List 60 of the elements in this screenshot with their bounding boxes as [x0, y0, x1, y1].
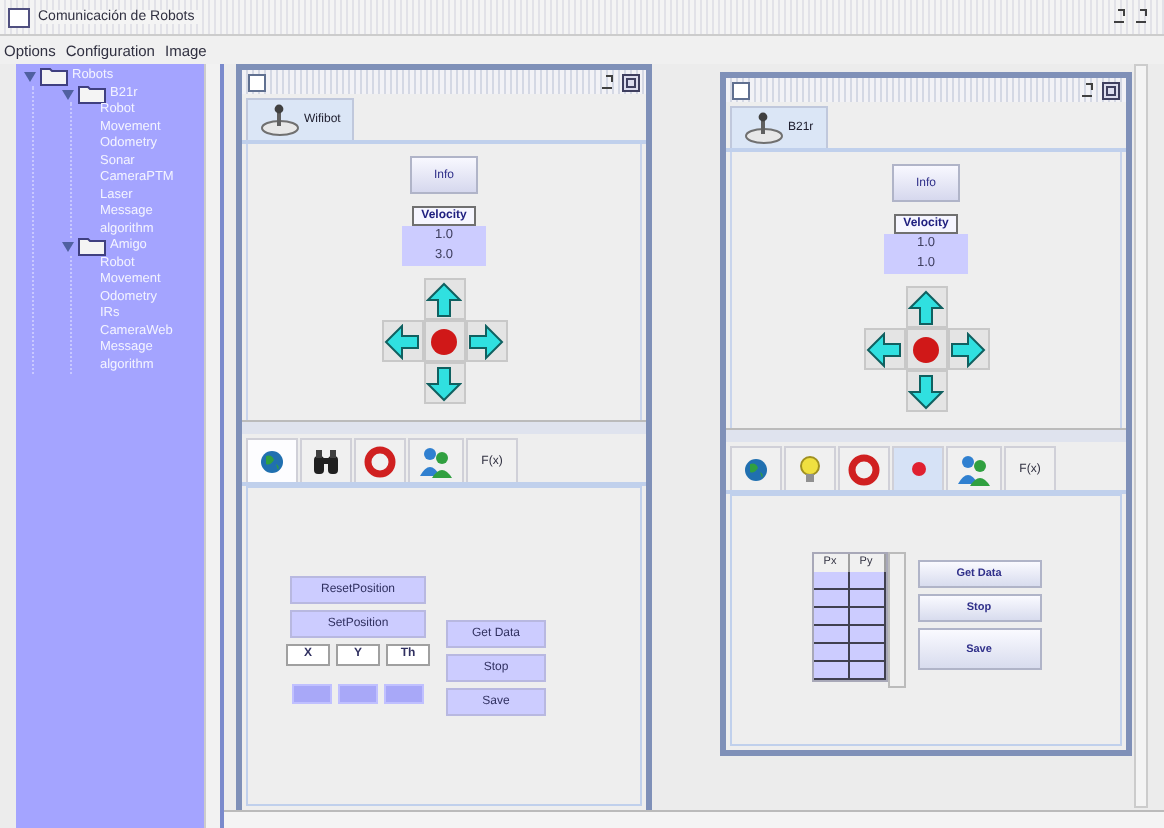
arrow-icon — [426, 281, 462, 317]
table-cell — [813, 572, 849, 590]
scrollbar[interactable] — [204, 64, 220, 828]
table-cell — [849, 590, 885, 608]
down-button[interactable] — [905, 370, 947, 412]
arrow-icon — [908, 373, 944, 409]
arrow-icon — [866, 331, 902, 367]
table-cell — [813, 608, 849, 626]
table-cell — [849, 662, 885, 680]
lightbulb-icon — [800, 455, 820, 483]
scrollbar[interactable] — [1134, 64, 1148, 808]
arrow-icon — [950, 331, 986, 367]
scrollbar[interactable] — [224, 810, 1164, 828]
coordinate-field[interactable] — [384, 684, 424, 704]
table-cell — [813, 590, 849, 608]
panel-tab[interactable] — [300, 438, 352, 482]
stop-icon — [430, 327, 458, 355]
expand-handle-icon[interactable] — [24, 68, 36, 85]
up-button[interactable] — [905, 286, 947, 328]
table-cell — [813, 644, 849, 662]
left-button[interactable] — [863, 328, 905, 370]
people-icon — [418, 445, 454, 477]
table-cell — [849, 608, 885, 626]
table-cell — [849, 572, 885, 590]
lifebuoy-icon — [848, 453, 880, 485]
expand-handle-icon[interactable] — [62, 238, 74, 255]
window-controls-icon[interactable] — [1080, 81, 1120, 99]
window-icon — [8, 7, 30, 27]
expand-handle-icon[interactable] — [62, 85, 74, 102]
stop-button[interactable] — [905, 328, 947, 370]
table-cell — [813, 662, 849, 680]
table-cell — [813, 626, 849, 644]
right-button[interactable] — [465, 320, 507, 362]
stop-icon — [912, 335, 940, 363]
coordinate-field[interactable] — [338, 684, 378, 704]
window-icon — [248, 73, 266, 91]
joystick-icon — [260, 104, 300, 136]
up-button[interactable] — [423, 278, 465, 320]
lifebuoy-icon — [364, 445, 396, 477]
window-controls-icon[interactable] — [600, 73, 640, 91]
arrow-icon — [468, 323, 504, 359]
globe-icon — [260, 449, 284, 473]
binoculars-icon — [312, 449, 340, 473]
coordinate-field[interactable] — [292, 684, 332, 704]
people-icon — [956, 453, 992, 485]
window-icon — [732, 81, 750, 99]
globe-icon — [744, 457, 768, 481]
down-button[interactable] — [423, 362, 465, 404]
table-cell — [849, 644, 885, 662]
folder-icon — [78, 83, 106, 104]
arrow-icon — [908, 289, 944, 325]
left-button[interactable] — [381, 320, 423, 362]
folder-icon — [78, 236, 106, 257]
stop-button[interactable] — [423, 320, 465, 362]
record-dot-icon — [911, 462, 925, 476]
arrow-icon — [384, 323, 420, 359]
arrow-icon — [426, 365, 462, 401]
table-cell — [849, 626, 885, 644]
joystick-icon — [744, 112, 784, 144]
right-button[interactable] — [947, 328, 989, 370]
